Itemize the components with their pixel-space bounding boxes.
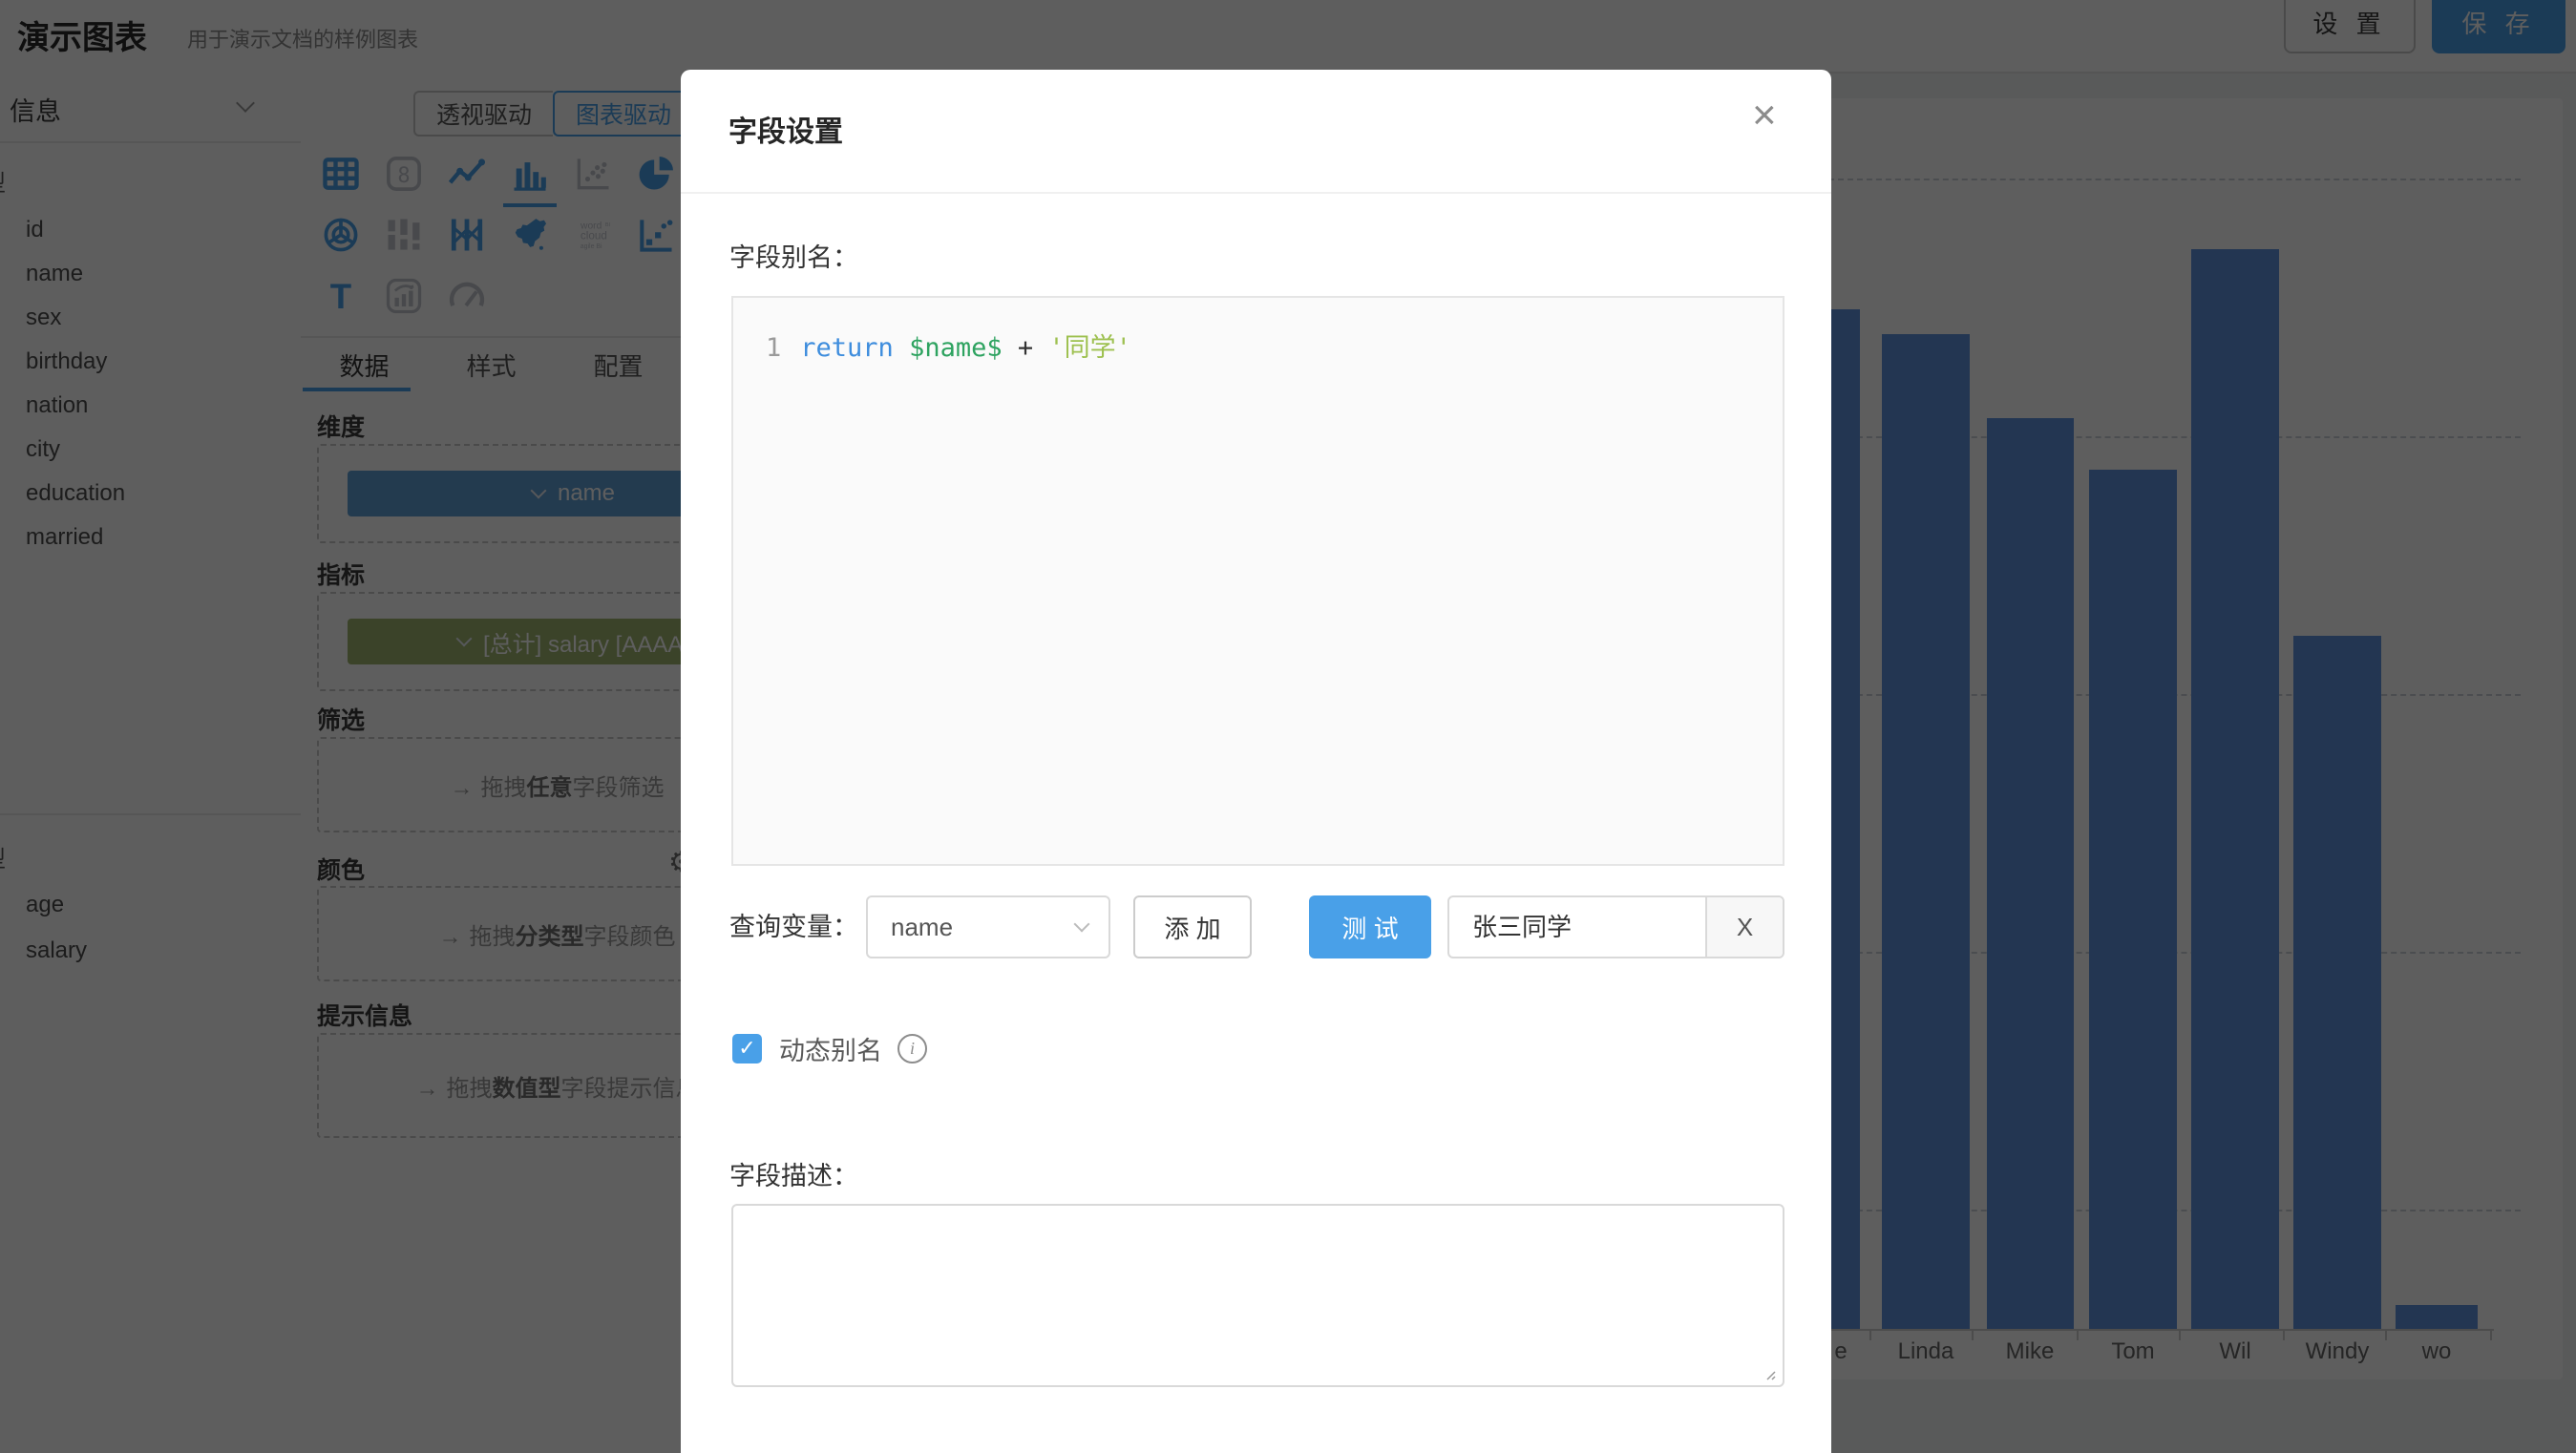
add-button[interactable]: 添 加	[1133, 895, 1252, 958]
info-icon: i	[897, 1034, 927, 1063]
description-label: 字段描述：	[729, 1155, 858, 1192]
divider	[681, 192, 1831, 194]
alias-code-editor[interactable]: 1return $name$ + '同学'	[731, 296, 1784, 866]
query-variable-label: 查询变量：	[729, 895, 858, 958]
field-settings-modal: 字段设置 × 字段别名： 1return $name$ + '同学' 查询变量：…	[681, 70, 1831, 1453]
dynamic-alias-row: ✓ 动态别名 i	[732, 1032, 927, 1064]
query-variable-row: 查询变量： name 添 加 测 试 张三同学 X	[681, 895, 1831, 958]
test-input-group: 张三同学 X	[1447, 895, 1784, 958]
close-icon[interactable]: ×	[1752, 95, 1777, 137]
screen: 演示图表 用于演示文档的样例图表 设 置 保 存 信息 分类型 idnamese…	[0, 0, 2576, 1453]
test-result-input[interactable]: 张三同学	[1449, 897, 1705, 957]
dynamic-alias-label: 动态别名	[779, 1030, 882, 1067]
chevron-down-icon	[1074, 916, 1090, 933]
query-variable-value: name	[891, 897, 953, 957]
query-variable-select[interactable]: name	[866, 895, 1110, 958]
alias-label: 字段别名：	[729, 237, 858, 274]
code-line: 1return $name$ + '同学'	[766, 326, 1131, 364]
resize-grip-icon[interactable]	[1762, 1366, 1777, 1381]
clear-icon[interactable]: X	[1705, 897, 1783, 957]
modal-title: 字段设置	[728, 108, 843, 150]
test-button[interactable]: 测 试	[1309, 895, 1431, 958]
description-textarea[interactable]	[731, 1204, 1784, 1387]
dynamic-alias-checkbox[interactable]: ✓	[732, 1034, 762, 1063]
